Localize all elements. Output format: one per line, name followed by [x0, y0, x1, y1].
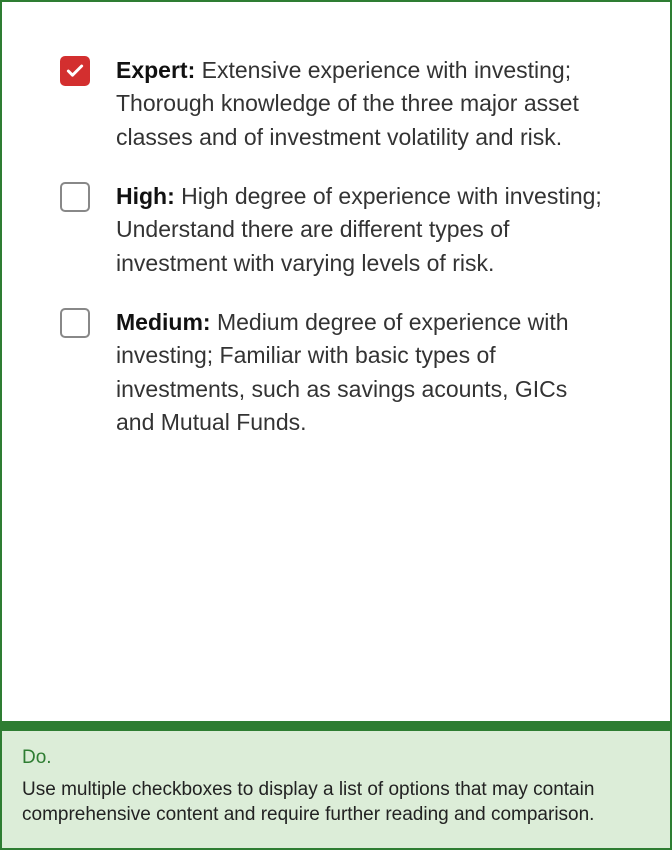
checkbox-expert[interactable]: [60, 56, 90, 86]
option-medium-title: Medium:: [116, 309, 211, 335]
guidance-footer: Do. Use multiple checkboxes to display a…: [2, 731, 670, 848]
option-high-title: High:: [116, 183, 175, 209]
check-icon: [65, 61, 85, 81]
option-high[interactable]: High: High degree of experience with inv…: [60, 180, 612, 280]
option-high-body: High degree of experience with investing…: [116, 183, 602, 276]
option-high-text: High: High degree of experience with inv…: [116, 180, 612, 280]
option-expert-text: Expert: Extensive experience with invest…: [116, 54, 612, 154]
guidance-heading: Do.: [22, 747, 650, 769]
checkbox-high[interactable]: [60, 182, 90, 212]
option-expert-title: Expert:: [116, 57, 195, 83]
checkbox-medium[interactable]: [60, 308, 90, 338]
guidance-body: Use multiple checkboxes to display a lis…: [22, 777, 650, 828]
separator-bar: [2, 721, 670, 731]
checkbox-list: Expert: Extensive experience with invest…: [2, 2, 670, 721]
example-panel: Expert: Extensive experience with invest…: [0, 0, 672, 850]
option-medium-text: Medium: Medium degree of experience with…: [116, 306, 612, 439]
option-expert[interactable]: Expert: Extensive experience with invest…: [60, 54, 612, 154]
option-medium[interactable]: Medium: Medium degree of experience with…: [60, 306, 612, 439]
